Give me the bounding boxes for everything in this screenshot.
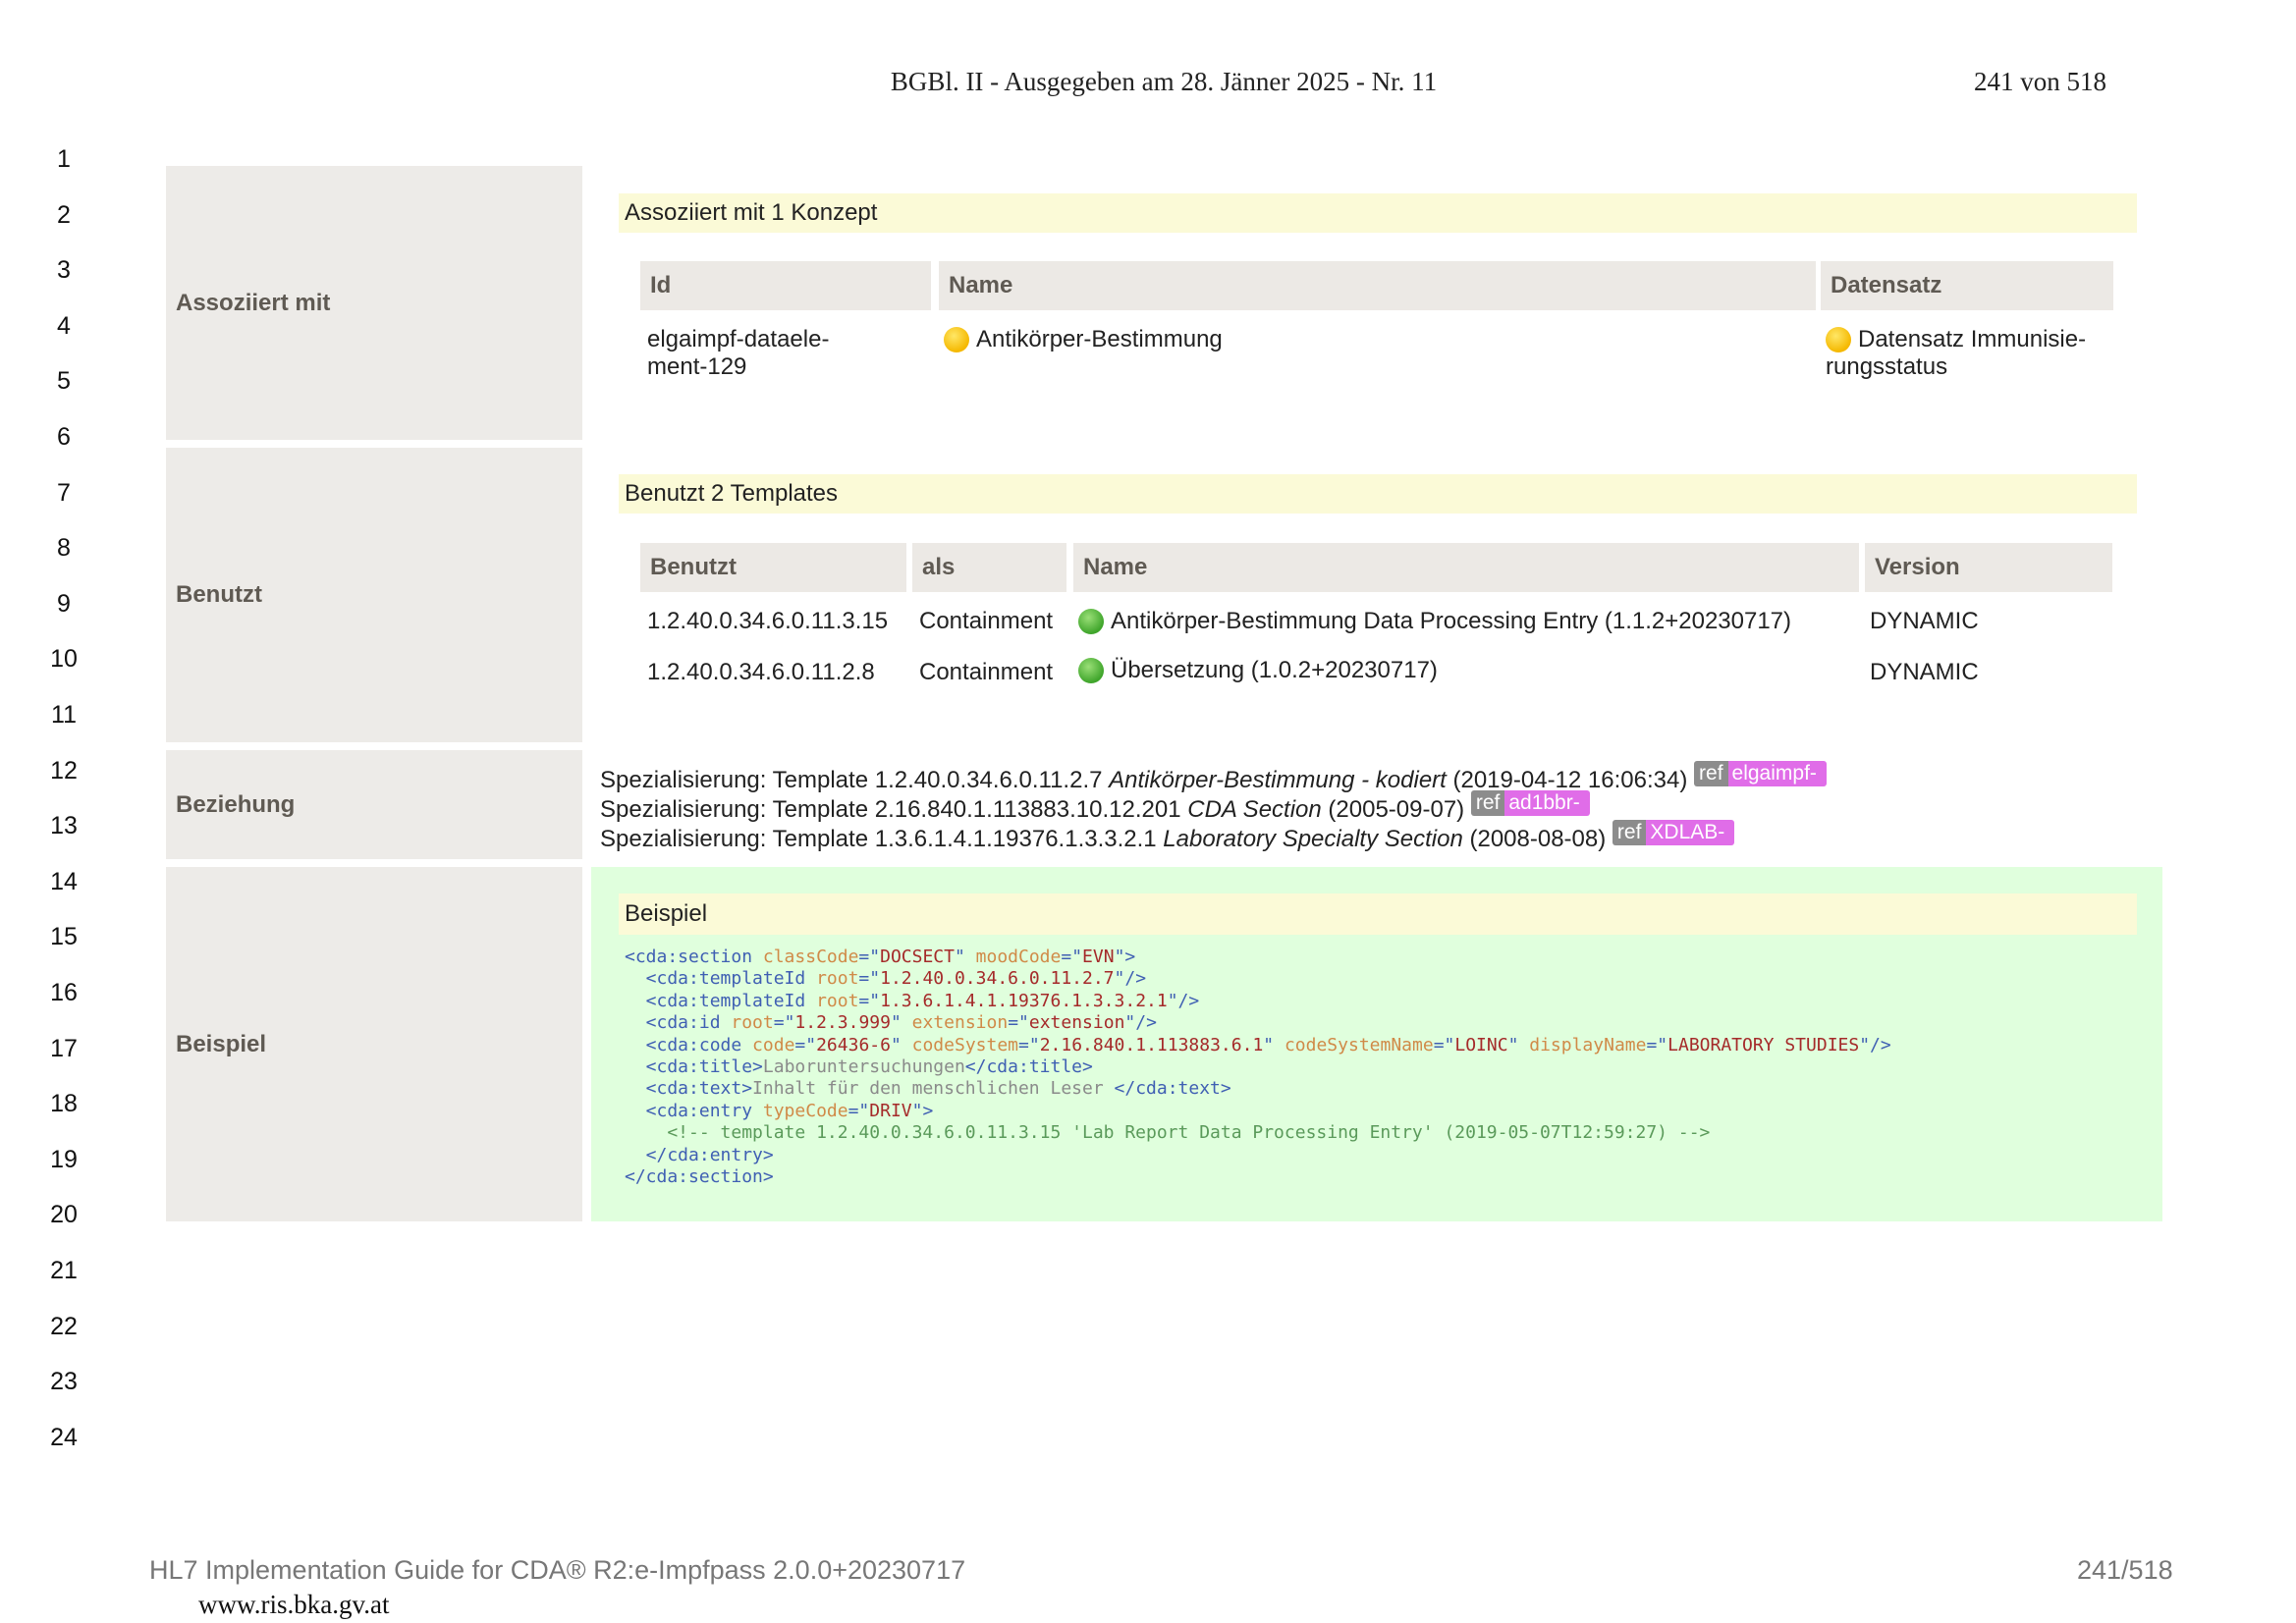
code-line: <cda:text>Inhalt für den menschlichen Le… (625, 1078, 1231, 1100)
code-line: <cda:section classCode="DOCSECT" moodCod… (625, 947, 1136, 967)
template-as: Containment (919, 659, 1054, 685)
line-number: 24 (50, 1423, 78, 1451)
code-line: <cda:id root="1.2.3.999" extension="exte… (625, 1012, 1157, 1034)
line-number: 22 (50, 1312, 78, 1340)
template-id: 1.2.40.0.34.6.0.11.3.15 (647, 608, 889, 634)
ref-badge[interactable]: ref ad1bbr- (1470, 790, 1590, 816)
line-number: 7 (57, 478, 71, 507)
template-name-link[interactable]: Antikörper-Bestimmung Data Processing En… (1078, 608, 1791, 635)
ref-badge[interactable]: ref XDLAB- (1612, 820, 1735, 845)
col-header-template-name: Name (1073, 543, 1859, 592)
row-label-relation: Beziehung (166, 750, 582, 859)
line-number: 3 (57, 256, 71, 285)
relation-item: Spezialisierung: Template 1.3.6.1.4.1.19… (600, 820, 1735, 854)
col-header-used: Benutzt (640, 543, 906, 592)
col-header-version: Version (1865, 543, 2112, 592)
line-number: 20 (50, 1201, 78, 1229)
template-version: DYNAMIC (1870, 659, 1979, 685)
code-line: <cda:templateId root="1.2.40.0.34.6.0.11… (625, 968, 1147, 990)
footer-title: HL7 Implementation Guide for CDA® R2:e-I… (149, 1555, 966, 1585)
line-number: 4 (57, 311, 71, 340)
concept-name-link[interactable]: Antikörper-Bestimmung (944, 326, 1223, 353)
line-number: 10 (50, 645, 78, 674)
template-status-icon (1078, 609, 1104, 634)
dataset-link[interactable]: Datensatz Immunisie- rungsstatus (1826, 326, 2086, 381)
line-number: 15 (50, 923, 78, 951)
template-status-icon (1078, 658, 1104, 683)
code-line: </cda:entry> (625, 1144, 774, 1165)
line-number: 18 (50, 1090, 78, 1118)
example-code: <cda:section classCode="DOCSECT" moodCod… (625, 947, 1891, 1188)
line-number: 21 (50, 1257, 78, 1284)
row-label-text: Benutzt (176, 581, 262, 608)
uses-bar: Benutzt 2 Templates (619, 474, 2137, 514)
row-label-uses: Benutzt (166, 448, 582, 742)
line-number: 17 (50, 1034, 78, 1062)
row-label-text: Beziehung (176, 790, 296, 818)
row-label-text: Assoziiert mit (176, 289, 331, 316)
line-number: 16 (50, 979, 78, 1006)
template-as: Containment (919, 608, 1054, 634)
line-number: 2 (57, 200, 71, 229)
code-line: <!-- template 1.2.40.0.34.6.0.11.3.15 'L… (625, 1122, 1711, 1144)
code-line: <cda:templateId root="1.3.6.1.4.1.19376.… (625, 990, 1200, 1011)
row-label-text: Beispiel (176, 1030, 267, 1057)
col-header-dataset: Datensatz (1821, 261, 2113, 310)
template-id: 1.2.40.0.34.6.0.11.2.8 (647, 659, 875, 685)
line-number: 23 (50, 1368, 78, 1396)
concept-status-icon (944, 327, 969, 352)
footer-page: 241/518 (2077, 1555, 2173, 1585)
line-number: 9 (57, 589, 71, 618)
line-number: 8 (57, 534, 71, 563)
line-number: 13 (50, 812, 78, 840)
associated-bar: Assoziiert mit 1 Konzept (619, 193, 2137, 233)
line-number: 11 (51, 701, 77, 729)
line-number: 14 (50, 867, 78, 895)
line-number: 5 (57, 367, 71, 396)
code-line: <cda:code code="26436-6" codeSystem="2.1… (625, 1034, 1891, 1055)
example-bar: Beispiel (619, 893, 2137, 935)
page-header-title: BGBl. II - Ausgegeben am 28. Jänner 2025… (890, 67, 1438, 96)
code-line: <cda:entry typeCode="DRIV"> (625, 1100, 934, 1121)
footer-url: www.ris.bka.gv.at (198, 1590, 390, 1619)
dataset-status-icon (1826, 327, 1851, 352)
template-name-link[interactable]: Übersetzung (1.0.2+20230717) (1078, 657, 1438, 684)
line-number: 6 (57, 423, 71, 451)
page-header-number: 241 von 518 (1974, 67, 2106, 96)
col-header-as: als (912, 543, 1066, 592)
concept-id: elgaimpf-dataele- ment-129 (647, 326, 830, 380)
col-header-id: Id (640, 261, 931, 310)
row-label-associated: Assoziiert mit (166, 166, 582, 440)
line-number: 12 (50, 756, 78, 784)
code-line: <cda:title>Laboruntersuchungen</cda:titl… (625, 1056, 1093, 1078)
ref-badge[interactable]: ref elgaimpf- (1694, 761, 1827, 786)
row-label-example: Beispiel (166, 867, 582, 1221)
code-line: </cda:section> (625, 1166, 774, 1188)
line-number: 19 (50, 1145, 78, 1173)
line-number: 1 (57, 145, 71, 173)
col-header-name: Name (939, 261, 1816, 310)
template-version: DYNAMIC (1870, 608, 1979, 634)
